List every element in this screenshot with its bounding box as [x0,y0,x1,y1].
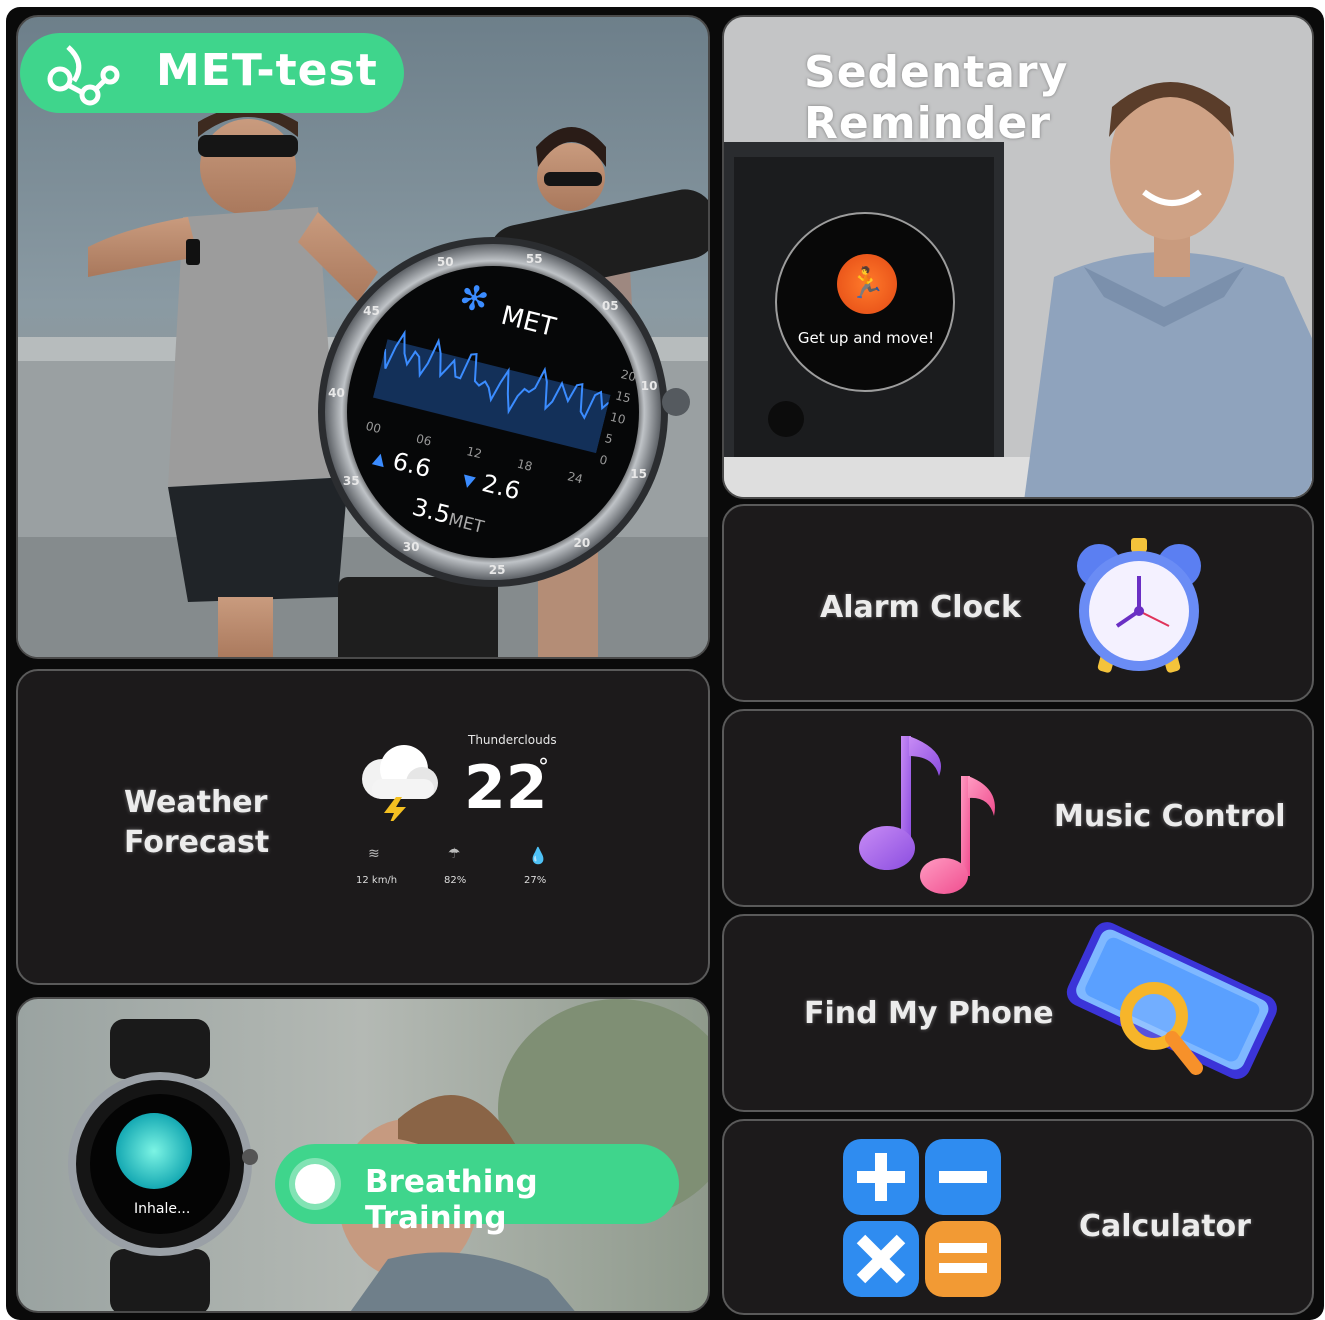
alarm-clock-icon [1077,538,1201,673]
calculator-icon [843,1139,1001,1297]
met-test-panel: 55 05 10 15 20 25 30 35 40 45 50 ✻ MET 00 06 12 18 24 … [16,15,710,659]
met-low-icon: ▼ [460,469,478,492]
sedentary-popup-text: Get up and move! [797,329,935,347]
weather-label-line1: Weather [124,785,268,820]
met-scale-label: 20 [619,367,638,385]
met-hour-label: 06 [414,431,433,449]
met-scale-label: 5 [603,431,615,447]
bezel-number: 40 [328,386,345,401]
music-control-label: Music Control [1054,799,1286,834]
breathing-training-badge: Breathing Training [275,1144,679,1236]
met-scale-label: 15 [614,388,633,406]
calculator-label: Calculator [1079,1209,1251,1244]
running-person-icon: 🏃 [837,254,897,314]
met-test-badge: MET-test [20,33,404,113]
met-hour-label: 24 [566,469,585,487]
humidity-value: 27% [524,875,547,886]
weather-degree: ° [538,755,549,780]
wind-icon: ≋ [368,846,380,862]
weather-forecast-panel: Weather Forecast Thunderclouds 22 ° ≋ ☂ … [16,669,710,985]
met-scale-label: 10 [608,409,627,428]
met-hour-label: 00 [364,418,383,437]
met-hour-label: 18 [515,456,534,474]
met-title: MET [498,300,559,344]
breathing-dot-icon [295,1164,335,1204]
find-my-phone-label: Find My Phone [804,996,1054,1031]
met-high-value: 6.6 [389,446,434,484]
sedentary-watch-popup: 🏃 Get up and move! [775,212,955,392]
breathing-training-panel: Inhale... Breathing Training [16,997,710,1313]
alarm-clock-panel: Alarm Clock [722,504,1314,702]
bezel-number: 10 [640,378,658,393]
molecule-icon [47,45,120,106]
find-my-phone-panel: Find My Phone [722,914,1314,1112]
phone-search-icon [1066,922,1277,1079]
music-control-panel: Music Control [722,709,1314,907]
weather-condition: Thunderclouds [468,733,557,747]
bezel-number: 15 [630,467,647,482]
calculator-panel: Calculator [722,1119,1314,1315]
met-hour-label: 12 [465,444,484,462]
bezel-number: 55 [525,252,543,267]
rain-chance-value: 82% [444,875,467,886]
humidity-icon: 💧 [528,846,548,865]
bezel-number: 50 [436,254,454,269]
feature-collage: 55 05 10 15 20 25 30 35 40 45 50 ✻ MET 00 06 12 18 24 … [6,7,1324,1320]
met-scale-label: 0 [598,452,609,468]
sedentary-reminder-panel: Sedentary Reminder 🏃 Get up and move! [722,15,1314,499]
wind-value: 12 km/h [356,875,398,886]
breathing-training-label: Breathing Training [365,1164,538,1236]
weather-temperature: 22 [464,753,548,823]
thunderstorm-icon [362,745,438,821]
rain-chance-icon: ☂ [448,846,461,862]
met-test-label: MET-test [156,45,378,96]
alarm-clock-label: Alarm Clock [820,590,1021,625]
met-unit: MET [446,509,486,538]
sedentary-title: Sedentary Reminder [804,47,1069,149]
met-high-icon: ▲ [371,447,388,470]
breathing-watch-text: Inhale... [134,1201,191,1217]
met-low-value: 2.6 [479,469,524,506]
met-snowflake-icon: ✻ [455,276,493,322]
bezel-number: 25 [488,562,506,577]
bezel-number: 30 [402,539,420,554]
weather-label-line2: Forecast [124,825,270,860]
music-notes-icon [859,736,995,894]
